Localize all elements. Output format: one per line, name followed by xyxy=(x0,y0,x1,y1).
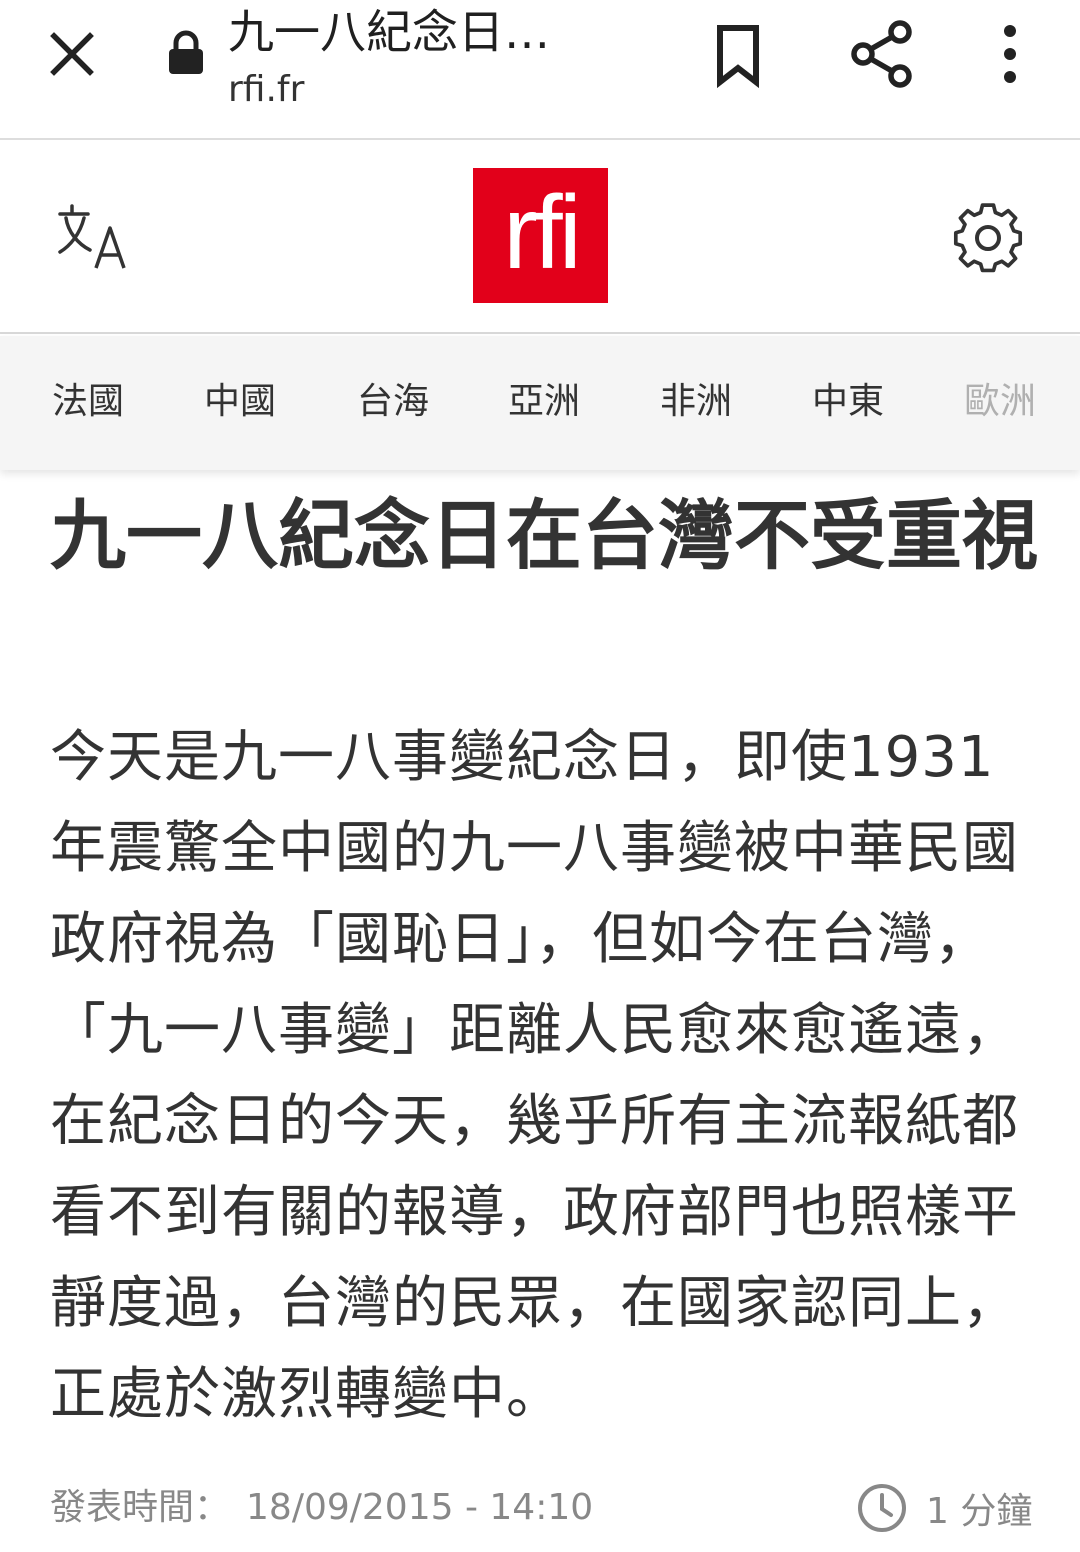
logo-text: rfi xyxy=(503,174,582,291)
share-icon[interactable] xyxy=(846,18,918,90)
gear-icon[interactable] xyxy=(950,200,1026,276)
browser-toolbar: 九一八紀念日… rfi.fr xyxy=(0,0,1080,140)
close-icon[interactable] xyxy=(40,22,104,86)
nav-item-china[interactable]: 中國 xyxy=(204,378,276,426)
article-headline: 九一八紀念日在台灣不受重視 xyxy=(50,491,1038,580)
nav-item-taiwan-strait[interactable]: 台海 xyxy=(357,378,429,426)
publish-date-value: 18/09/2015 - 14:10 xyxy=(246,1487,594,1528)
page-title: 九一八紀念日… xyxy=(228,5,550,59)
nav-item-asia[interactable]: 亞洲 xyxy=(508,378,580,426)
nav-item-france[interactable]: 法國 xyxy=(52,378,124,426)
clock-icon xyxy=(858,1484,906,1532)
site-header: rfi xyxy=(0,142,1080,334)
translate-icon[interactable] xyxy=(54,202,134,274)
section-nav: 法國 中國 台海 亞洲 非洲 中東 歐洲 xyxy=(0,336,1080,470)
more-vert-icon[interactable] xyxy=(988,18,1032,90)
bookmark-icon[interactable] xyxy=(706,20,770,90)
article-lead: 今天是九一八事變紀念日，即使1931年震驚全中國的九一八事變被中華民國政府視為「… xyxy=(50,725,1019,1427)
page-url: rfi.fr xyxy=(228,69,305,110)
publish-date-label: 發表時間： xyxy=(50,1487,231,1528)
read-time: 1 分鐘 xyxy=(856,1480,1032,1536)
rfi-logo[interactable]: rfi xyxy=(473,168,608,303)
nav-item-africa[interactable]: 非洲 xyxy=(660,378,732,426)
publish-date: 發表時間： 18/09/2015 - 14:10 xyxy=(50,1484,593,1532)
lock-icon[interactable] xyxy=(166,30,206,76)
nav-item-middle-east[interactable]: 中東 xyxy=(812,378,884,426)
read-time-text: 1 分鐘 xyxy=(926,1491,1033,1532)
nav-item-europe[interactable]: 歐洲 xyxy=(964,378,1036,426)
